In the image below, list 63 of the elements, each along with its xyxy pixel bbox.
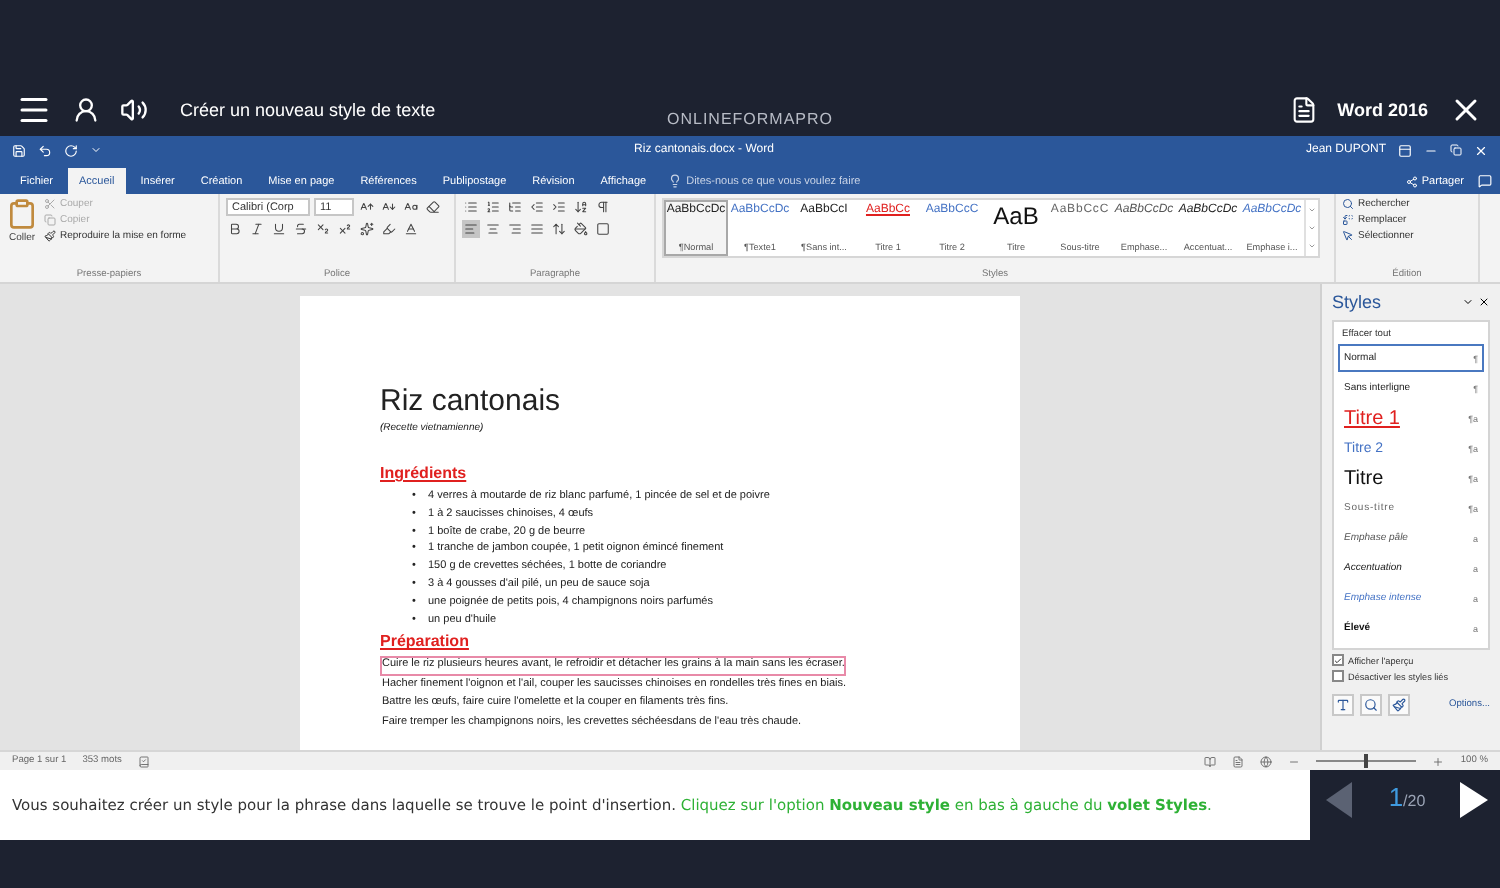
- caret-icon[interactable]: [1462, 296, 1474, 308]
- pointer-icon: [1342, 230, 1354, 242]
- search-icon: [1342, 198, 1354, 210]
- new-style-button[interactable]: [1332, 694, 1354, 716]
- highlighter-icon[interactable]: [380, 220, 398, 238]
- proofing-icon: [137, 755, 150, 767]
- line-spacing-icon[interactable]: [550, 220, 568, 238]
- restore-icon[interactable]: [1450, 144, 1462, 156]
- sort-icon[interactable]: [572, 198, 590, 216]
- lightbulb-icon: [668, 174, 683, 188]
- underline-icon[interactable]: [270, 220, 288, 238]
- superscript-icon[interactable]: [336, 220, 354, 238]
- section-heading: Préparation: [380, 632, 471, 651]
- scissors-icon: [44, 198, 56, 210]
- checkbox[interactable]: [1332, 654, 1344, 666]
- clear-format-icon[interactable]: [424, 198, 442, 216]
- checkbox[interactable]: [1332, 670, 1344, 682]
- save-icon[interactable]: [12, 143, 26, 157]
- speaker-icon[interactable]: [120, 96, 148, 124]
- zoom-thumb[interactable]: [1364, 754, 1369, 768]
- bold-icon[interactable]: [226, 220, 244, 238]
- manage-styles-button[interactable]: [1388, 694, 1410, 716]
- person-icon[interactable]: [72, 96, 100, 124]
- borders-icon[interactable]: [594, 220, 612, 238]
- product-name: Word 2016: [1337, 100, 1429, 120]
- section-heading: Ingrédients: [380, 464, 469, 482]
- pilcrow-icon[interactable]: [594, 198, 612, 216]
- subscript-icon[interactable]: [314, 220, 332, 238]
- strikethrough-icon[interactable]: [292, 220, 310, 238]
- multilevel-list-icon[interactable]: [506, 198, 524, 216]
- document-icon: [1289, 96, 1318, 124]
- shading-icon[interactable]: [572, 220, 590, 238]
- change-case-icon[interactable]: [402, 198, 420, 216]
- zoom-out-icon: [1288, 755, 1301, 767]
- lesson-title: Créer un nouveau style de texte: [180, 100, 436, 120]
- pane-title: Styles: [1332, 292, 1382, 312]
- grow-font-icon[interactable]: [358, 198, 376, 216]
- italic-icon[interactable]: [248, 220, 266, 238]
- zoom-in-icon: [1432, 755, 1445, 767]
- read-mode-icon: [1204, 755, 1217, 767]
- menu-icon[interactable]: [16, 92, 52, 128]
- paintbrush-icon: [44, 230, 56, 242]
- document-heading: Riz cantonais: [380, 384, 563, 418]
- close-icon[interactable]: [1478, 296, 1490, 308]
- undo-icon[interactable]: [38, 143, 52, 157]
- brand-name: ONLINEFORMAPRO: [667, 110, 834, 128]
- replace-icon: [1342, 214, 1354, 226]
- ribbon-options-icon[interactable]: [1398, 143, 1412, 157]
- current-step: 1: [1388, 782, 1404, 812]
- font-color-icon[interactable]: [402, 220, 420, 238]
- print-layout-icon: [1232, 755, 1245, 767]
- clipboard-icon: [6, 198, 38, 230]
- numbering-icon[interactable]: [484, 198, 502, 216]
- text-effects-icon[interactable]: [358, 220, 376, 238]
- next-icon[interactable]: [1459, 782, 1488, 824]
- shrink-font-icon[interactable]: [380, 198, 398, 216]
- style-inspector-button[interactable]: [1360, 694, 1382, 716]
- share-icon: [1405, 175, 1418, 187]
- caret-icon[interactable]: [90, 144, 102, 156]
- copy-icon: [44, 214, 56, 226]
- step-total: /20: [1403, 792, 1426, 810]
- web-layout-icon: [1260, 755, 1273, 767]
- redo-icon[interactable]: [64, 143, 78, 157]
